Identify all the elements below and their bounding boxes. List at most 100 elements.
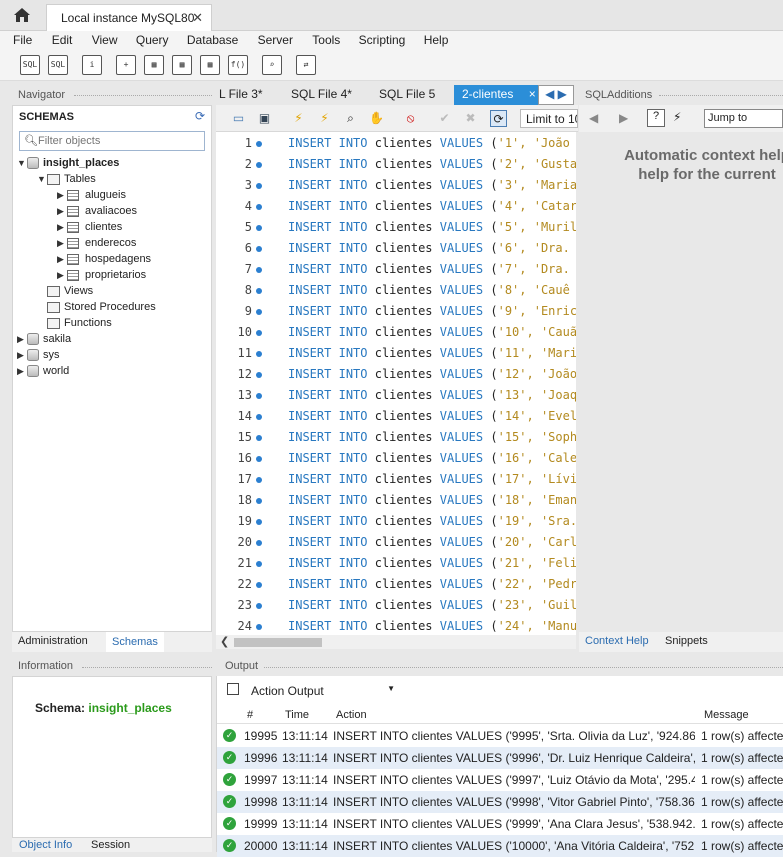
tab-sql-file-4[interactable]: SQL File 4* [291, 85, 352, 105]
execute-current-icon[interactable]: ⚡ [316, 110, 333, 127]
tab-2-clientes[interactable]: 2-clientes × [454, 85, 544, 105]
chevron-right-icon[interactable]: ▶ [57, 222, 67, 233]
jump-to-select[interactable]: Jump to [704, 109, 783, 128]
create-table-icon[interactable]: ▦ [144, 55, 164, 75]
chevron-down-icon[interactable]: ▼ [37, 174, 47, 184]
code-line[interactable]: 13 INSERT INTO clientes VALUES ('13', 'Jo… [216, 384, 576, 405]
sql-editor[interactable]: 1 INSERT INTO clientes VALUES ('1', 'João… [216, 132, 576, 635]
rollback-icon[interactable]: ✖ [462, 110, 479, 127]
tab-sql-file-3[interactable]: L File 3* [219, 85, 263, 105]
inspector-icon[interactable]: i [82, 55, 102, 75]
output-row[interactable]: ✓ 19995 13:11:14 INSERT INTO clientes VALUE… [217, 725, 783, 747]
open-sql-file-icon[interactable]: SQL [48, 55, 68, 75]
menu-help[interactable]: Help [424, 31, 449, 47]
tree-table[interactable]: ▶ avaliacoes [57, 203, 137, 219]
tree-functions-folder[interactable]: Functions [47, 315, 112, 331]
close-icon[interactable]: ✕ [192, 10, 203, 26]
tree-procedures-folder[interactable]: Stored Procedures [47, 299, 156, 315]
code-line[interactable]: 4 INSERT INTO clientes VALUES ('4', 'Cata… [216, 195, 576, 216]
open-folder-icon[interactable]: ▭ [230, 110, 247, 127]
code-line[interactable]: 10 INSERT INTO clientes VALUES ('10', 'Ca… [216, 321, 576, 342]
chevron-down-icon[interactable]: ▼ [17, 158, 27, 168]
refresh-icon[interactable]: ⟳ [195, 109, 205, 123]
output-row[interactable]: ✓ 19999 13:11:14 INSERT INTO clientes VALUE… [217, 813, 783, 835]
tree-table[interactable]: ▶ alugueis [57, 187, 126, 203]
chevron-right-icon[interactable]: ▶ [17, 350, 27, 361]
tree-schema-sys[interactable]: ▶ sys [17, 347, 60, 363]
chevron-left-icon[interactable]: ❮ [220, 635, 229, 648]
chevron-right-icon[interactable]: ▶ [57, 270, 67, 281]
create-view-icon[interactable]: ▦ [172, 55, 192, 75]
manual-help-icon[interactable]: ? [647, 109, 665, 127]
execute-icon[interactable]: ⚡ [290, 110, 307, 127]
tree-schema-sakila[interactable]: ▶ sakila [17, 331, 71, 347]
scrollbar-thumb[interactable] [234, 638, 322, 647]
close-icon[interactable]: × [529, 87, 536, 101]
tab-session[interactable]: Session [91, 839, 130, 851]
code-line[interactable]: 1 INSERT INTO clientes VALUES ('1', 'João… [216, 132, 576, 153]
menu-tools[interactable]: Tools [312, 31, 340, 47]
filter-objects-input-box[interactable]: 🔍︎ [19, 131, 205, 151]
menu-server[interactable]: Server [258, 31, 293, 47]
tree-views-folder[interactable]: Views [47, 283, 93, 299]
create-schema-icon[interactable]: + [116, 55, 136, 75]
horizontal-scrollbar[interactable]: ❮ [216, 635, 576, 649]
chevron-right-icon[interactable]: ▶ [57, 254, 67, 265]
tree-tables-folder[interactable]: ▼ Tables [37, 171, 96, 187]
tab-snippets[interactable]: Snippets [665, 635, 708, 647]
chevron-right-icon[interactable]: ▶ [17, 334, 27, 345]
action-output-select[interactable]: Action Output ▼ [223, 682, 395, 700]
connection-tab[interactable]: Local instance MySQL80 ✕ [46, 4, 212, 31]
output-row[interactable]: ✓ 19997 13:11:14 INSERT INTO clientes VALUE… [217, 769, 783, 791]
code-line[interactable]: 22 INSERT INTO clientes VALUES ('22', 'Pe… [216, 573, 576, 594]
save-icon[interactable]: ▣ [256, 110, 273, 127]
code-line[interactable]: 11 INSERT INTO clientes VALUES ('11', 'Ma… [216, 342, 576, 363]
home-icon[interactable] [10, 5, 34, 25]
autocommit-icon[interactable]: ⟳ [490, 110, 507, 127]
code-line[interactable]: 9 INSERT INTO clientes VALUES ('9', 'Enri… [216, 300, 576, 321]
code-line[interactable]: 18 INSERT INTO clientes VALUES ('18', 'Em… [216, 489, 576, 510]
chevron-right-icon[interactable]: ▶ [17, 366, 27, 377]
menu-query[interactable]: Query [136, 31, 169, 47]
tab-object-info[interactable]: Object Info [19, 839, 72, 851]
tree-table[interactable]: ▶ clientes [57, 219, 122, 235]
tab-scroll-arrows-icon[interactable]: ◀ ▶ [538, 85, 574, 105]
code-line[interactable]: 5 INSERT INTO clientes VALUES ('5', 'Muri… [216, 216, 576, 237]
tree-schema-world[interactable]: ▶ world [17, 363, 69, 379]
tab-sql-file-5[interactable]: SQL File 5 [379, 85, 435, 105]
chevron-right-icon[interactable]: ▶ [57, 238, 67, 249]
tree-table[interactable]: ▶ hospedagens [57, 251, 151, 267]
toggle-continue-icon[interactable]: ⦸ [402, 110, 419, 127]
auto-help-icon[interactable]: ⚡ [673, 110, 681, 124]
back-icon[interactable]: ◀ [589, 111, 598, 125]
output-row[interactable]: ✓ 19998 13:11:14 INSERT INTO clientes VALUE… [217, 791, 783, 813]
menu-edit[interactable]: Edit [52, 31, 73, 47]
code-line[interactable]: 21 INSERT INTO clientes VALUES ('21', 'Fe… [216, 552, 576, 573]
chevron-right-icon[interactable]: ▶ [57, 206, 67, 217]
tab-schemas[interactable]: Schemas [106, 632, 164, 652]
output-row[interactable]: ✓ 20000 13:11:14 INSERT INTO clientes VALUE… [217, 835, 783, 857]
code-line[interactable]: 19 INSERT INTO clientes VALUES ('19', 'Sr… [216, 510, 576, 531]
code-line[interactable]: 2 INSERT INTO clientes VALUES ('2', 'Gust… [216, 153, 576, 174]
menu-file[interactable]: File [13, 31, 32, 47]
limit-rows-select[interactable]: Limit to 10 [520, 109, 578, 128]
search-table-data-icon[interactable]: ⌕ [262, 55, 282, 75]
code-line[interactable]: 24 INSERT INTO clientes VALUES ('24', 'Ma… [216, 615, 576, 635]
code-line[interactable]: 16 INSERT INTO clientes VALUES ('16', 'Ca… [216, 447, 576, 468]
tree-schema-insight-places[interactable]: ▼ insight_places [17, 155, 119, 171]
code-line[interactable]: 12 INSERT INTO clientes VALUES ('12', 'Jo… [216, 363, 576, 384]
create-function-icon[interactable]: f() [228, 55, 248, 75]
code-line[interactable]: 17 INSERT INTO clientes VALUES ('17', 'Lí… [216, 468, 576, 489]
filter-objects-input[interactable] [38, 134, 198, 148]
stop-icon[interactable]: ✋ [368, 110, 385, 127]
code-line[interactable]: 23 INSERT INTO clientes VALUES ('23', 'Gu… [216, 594, 576, 615]
code-line[interactable]: 6 INSERT INTO clientes VALUES ('6', 'Dra.… [216, 237, 576, 258]
forward-icon[interactable]: ▶ [619, 111, 628, 125]
explain-icon[interactable]: ⌕ [342, 110, 359, 127]
tab-context-help[interactable]: Context Help [585, 635, 649, 647]
reconnect-icon[interactable]: ⇄ [296, 55, 316, 75]
code-line[interactable]: 14 INSERT INTO clientes VALUES ('14', 'Ev… [216, 405, 576, 426]
tab-administration[interactable]: Administration [18, 635, 88, 647]
menu-scripting[interactable]: Scripting [359, 31, 406, 47]
code-line[interactable]: 8 INSERT INTO clientes VALUES ('8', 'Cauê… [216, 279, 576, 300]
